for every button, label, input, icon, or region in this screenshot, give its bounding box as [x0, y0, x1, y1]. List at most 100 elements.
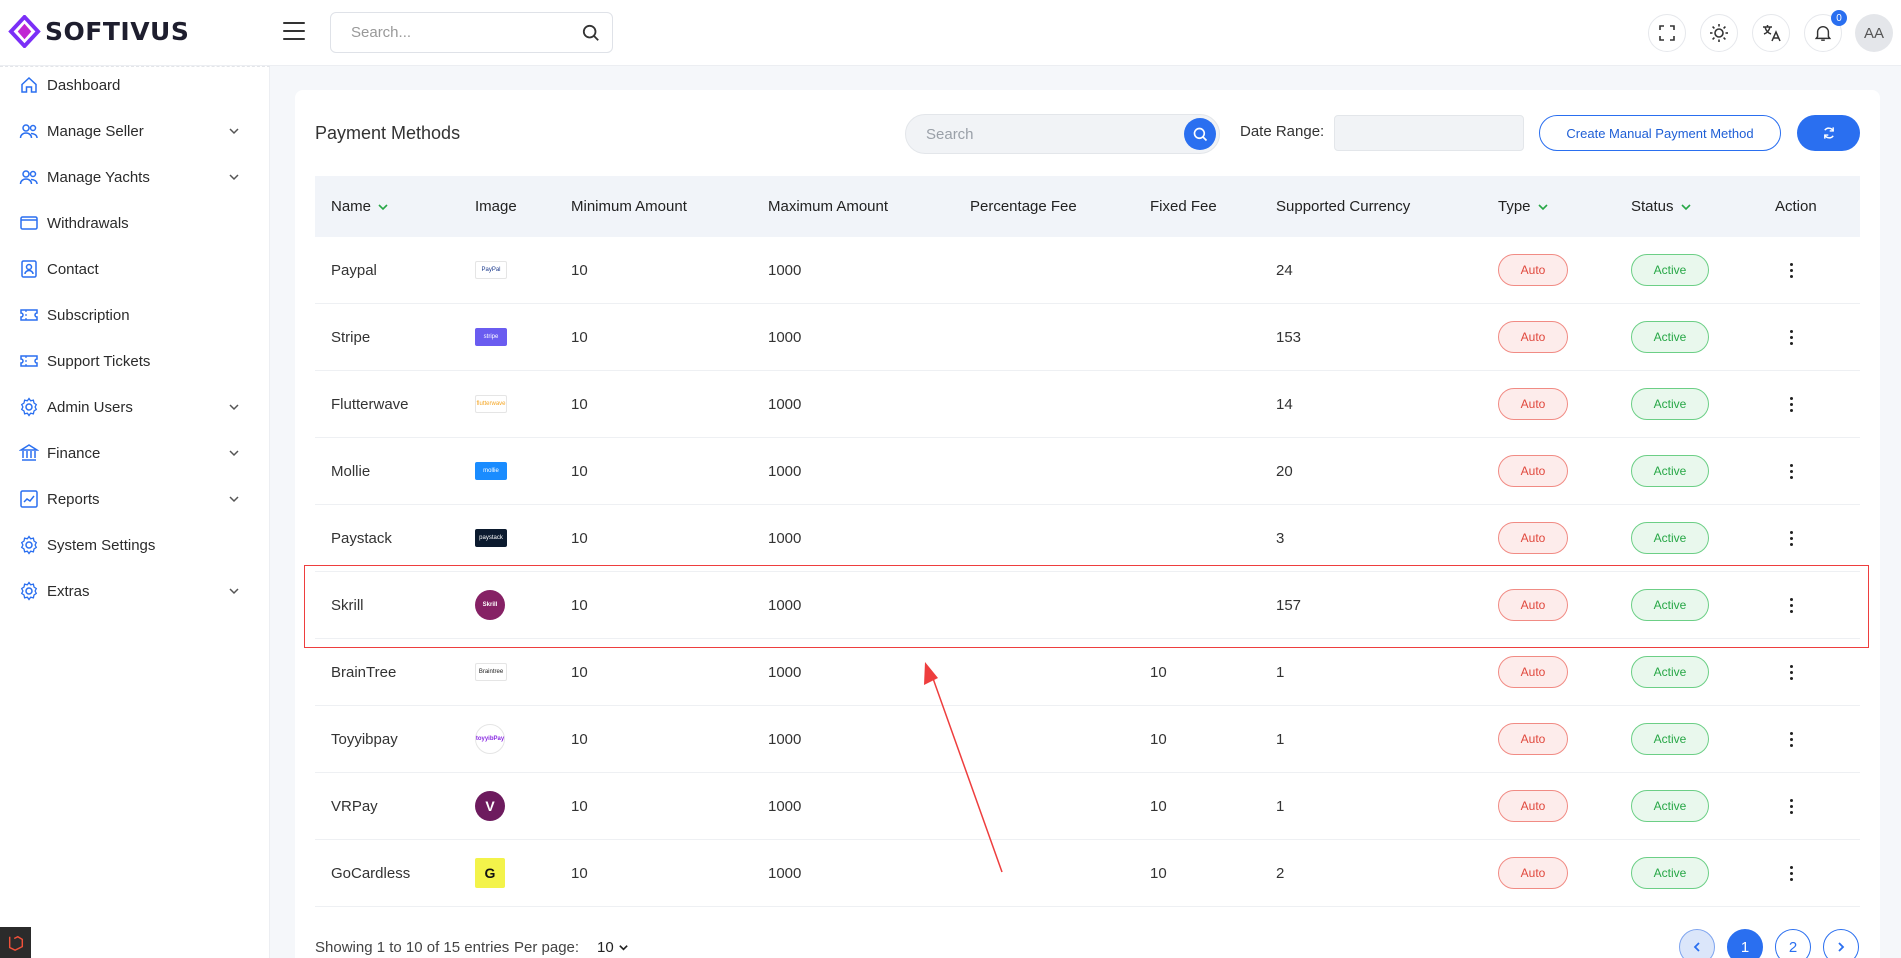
cell-name: Skrill: [331, 596, 364, 614]
row-actions-button[interactable]: [1781, 528, 1801, 548]
column-header-name[interactable]: Name: [331, 198, 389, 215]
chevron-left-icon: [1693, 942, 1700, 952]
cell-minimum-amount: 10: [571, 462, 588, 480]
sidebar-item-withdrawals[interactable]: Withdrawals: [0, 203, 270, 243]
date-range-input[interactable]: [1334, 115, 1524, 151]
search-icon[interactable]: [582, 24, 600, 42]
type-badge[interactable]: Auto: [1498, 455, 1568, 487]
cell-image: Skrill: [475, 590, 505, 620]
cell-supported-currency: 3: [1276, 529, 1285, 547]
menu-toggle-button[interactable]: [283, 22, 305, 42]
bank-icon: [19, 444, 39, 461]
sidebar-item-manage-yachts[interactable]: Manage Yachts: [0, 157, 270, 197]
create-manual-payment-method-button[interactable]: Create Manual Payment Method: [1539, 115, 1781, 151]
sidebar-item-support-tickets[interactable]: Support Tickets: [0, 341, 270, 381]
sidebar-item-manage-seller[interactable]: Manage Seller: [0, 111, 270, 151]
sidebar-item-label: Reports: [47, 490, 100, 508]
status-badge[interactable]: Active: [1631, 723, 1709, 755]
table-row: Toyyibpay toyyibPay 10 1000 10 1 Auto Active: [315, 706, 1860, 773]
gear-icon: [20, 535, 38, 555]
status-badge[interactable]: Active: [1631, 455, 1709, 487]
sidebar-item-admin-users[interactable]: Admin Users: [0, 387, 270, 427]
table-body: Paypal PayPal 10 1000 24 Auto Active Stripe stri…: [315, 237, 1860, 907]
cell-action: [1781, 327, 1801, 347]
row-actions-button[interactable]: [1781, 260, 1801, 280]
debugbar-toggle[interactable]: [0, 927, 31, 958]
row-actions-button[interactable]: [1781, 327, 1801, 347]
type-badge[interactable]: Auto: [1498, 790, 1568, 822]
sidebar-item-system-settings[interactable]: System Settings: [0, 525, 270, 565]
sidebar-item-extras[interactable]: Extras: [0, 571, 270, 611]
row-actions-button[interactable]: [1781, 729, 1801, 749]
notifications-button[interactable]: 0: [1804, 10, 1847, 52]
cell-minimum-amount: 10: [571, 395, 588, 413]
pagination-page-2[interactable]: 2: [1775, 929, 1811, 958]
sidebar-item-reports[interactable]: Reports: [0, 479, 270, 519]
row-actions-button[interactable]: [1781, 863, 1801, 883]
brand-logo[interactable]: SOFTIVUS: [8, 15, 189, 48]
cell-status: Active: [1631, 857, 1709, 889]
column-header-label: Type: [1498, 198, 1531, 215]
per-page-select[interactable]: 10: [597, 939, 629, 956]
cell-maximum-amount: 1000: [768, 395, 802, 413]
pagination-prev-button[interactable]: [1679, 929, 1715, 958]
status-badge[interactable]: Active: [1631, 656, 1709, 688]
contact-icon: [21, 260, 37, 278]
column-header-type[interactable]: Type: [1498, 198, 1549, 215]
brand-logo-icon: [8, 15, 41, 48]
page-title: Payment Methods: [315, 123, 461, 143]
sidebar-item-label: System Settings: [47, 536, 156, 554]
cell-name: Toyyibpay: [331, 730, 398, 748]
type-badge[interactable]: Auto: [1498, 656, 1568, 688]
type-badge[interactable]: Auto: [1498, 254, 1568, 286]
column-header-maximum-amount: Maximum Amount: [768, 198, 888, 215]
sun-icon: [1710, 24, 1728, 42]
row-actions-button[interactable]: [1781, 461, 1801, 481]
language-button[interactable]: [1752, 14, 1790, 52]
sidebar-item-dashboard[interactable]: Dashboard: [0, 65, 270, 105]
type-badge[interactable]: Auto: [1498, 388, 1568, 420]
status-badge[interactable]: Active: [1631, 254, 1709, 286]
theme-toggle-button[interactable]: [1700, 14, 1738, 52]
status-badge[interactable]: Active: [1631, 321, 1709, 353]
global-search-input[interactable]: [351, 24, 582, 41]
cell-maximum-amount: 1000: [768, 663, 802, 681]
status-badge[interactable]: Active: [1631, 857, 1709, 889]
pagination-next-button[interactable]: [1823, 929, 1859, 958]
report-icon: [20, 490, 38, 508]
fullscreen-button[interactable]: [1648, 14, 1686, 52]
refresh-button[interactable]: [1797, 115, 1860, 151]
table-row: Mollie mollie 10 1000 20 Auto Active: [315, 438, 1860, 505]
user-avatar[interactable]: AA: [1855, 14, 1893, 52]
payment-logo: mollie: [475, 462, 507, 480]
payment-logo: V: [475, 791, 505, 821]
row-actions-button[interactable]: [1781, 595, 1801, 615]
status-badge[interactable]: Active: [1631, 388, 1709, 420]
type-badge[interactable]: Auto: [1498, 723, 1568, 755]
cell-maximum-amount: 1000: [768, 730, 802, 748]
type-badge[interactable]: Auto: [1498, 589, 1568, 621]
type-badge[interactable]: Auto: [1498, 321, 1568, 353]
row-actions-button[interactable]: [1781, 394, 1801, 414]
column-header-label: Action: [1775, 198, 1817, 215]
cell-name: Stripe: [331, 328, 371, 346]
cell-action: [1781, 461, 1801, 481]
row-actions-button[interactable]: [1781, 796, 1801, 816]
cell-name: Mollie: [331, 462, 371, 480]
type-badge[interactable]: Auto: [1498, 522, 1568, 554]
status-badge[interactable]: Active: [1631, 790, 1709, 822]
table-search-button[interactable]: [1184, 118, 1216, 150]
sidebar-item-finance[interactable]: Finance: [0, 433, 270, 473]
users-icon: [19, 170, 38, 185]
row-actions-button[interactable]: [1781, 662, 1801, 682]
pagination-page-1[interactable]: 1: [1727, 929, 1763, 958]
status-badge[interactable]: Active: [1631, 522, 1709, 554]
column-header-label: Percentage Fee: [970, 198, 1077, 215]
sidebar-item-contact[interactable]: Contact: [0, 249, 270, 289]
cell-action: [1781, 394, 1801, 414]
status-badge[interactable]: Active: [1631, 589, 1709, 621]
table-search-input[interactable]: [926, 125, 1184, 143]
column-header-status[interactable]: Status: [1631, 198, 1692, 215]
type-badge[interactable]: Auto: [1498, 857, 1568, 889]
sidebar-item-subscription[interactable]: Subscription: [0, 295, 270, 335]
